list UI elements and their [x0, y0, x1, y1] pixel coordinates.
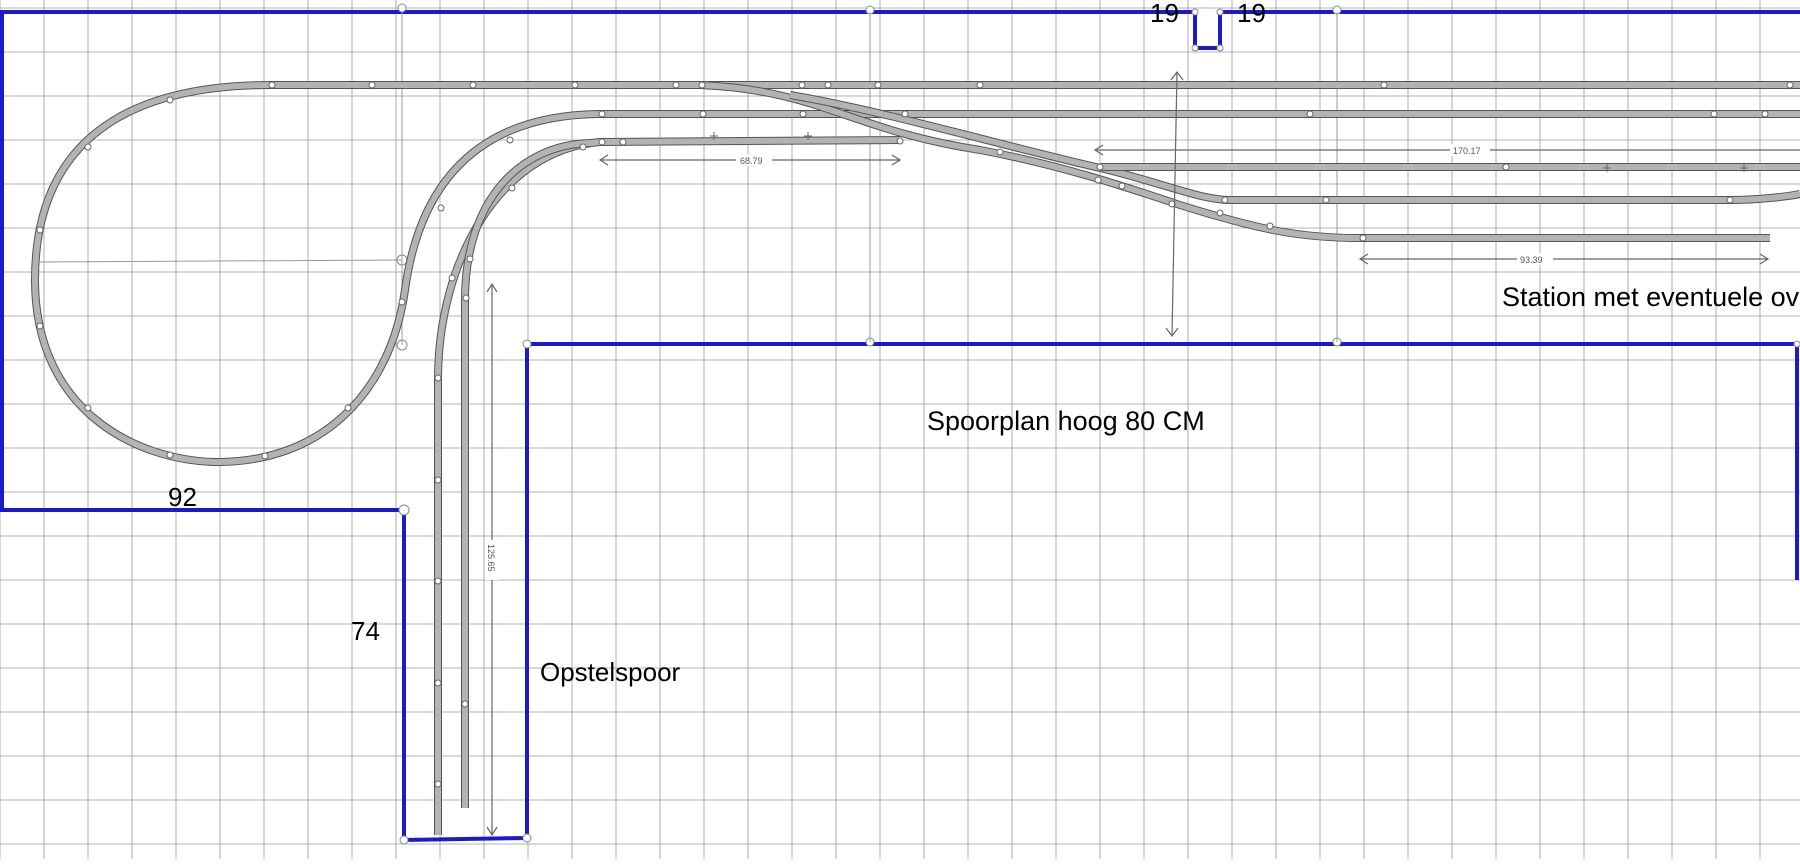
- label-92: 92: [168, 482, 197, 512]
- track-crossover: [699, 81, 1800, 242]
- label-74: 74: [351, 616, 380, 646]
- label-19-right: 19: [1237, 0, 1266, 28]
- dimension-d3: 93.39: [1520, 255, 1543, 265]
- track-joints: [36, 81, 1794, 788]
- wall-top-left: [0, 10, 1800, 50]
- track-plan-drawing: 68.79 170.17 93.39 125.65 19 19 92 74 Op…: [0, 0, 1800, 859]
- track-outer-loop: [30, 81, 1800, 467]
- track-spur-left: [434, 136, 901, 835]
- track-plan-canvas[interactable]: 68.79 170.17 93.39 125.65 19 19 92 74 Op…: [0, 0, 1800, 859]
- dimension-d1: 68.79: [740, 156, 763, 166]
- dimension-d4: 125.65: [486, 544, 496, 572]
- dimension-d2: 170.17: [1453, 146, 1481, 156]
- label-19-left: 19: [1150, 0, 1179, 28]
- label-opstelspoor: Opstelspoor: [540, 657, 681, 687]
- wall-lower-left: [0, 342, 1799, 843]
- label-station: Station met eventuele ov: [1502, 282, 1800, 312]
- dimension-lines: [486, 71, 1800, 837]
- label-spoorplan: Spoorplan hoog 80 CM: [927, 406, 1205, 436]
- tracks: [30, 81, 1800, 835]
